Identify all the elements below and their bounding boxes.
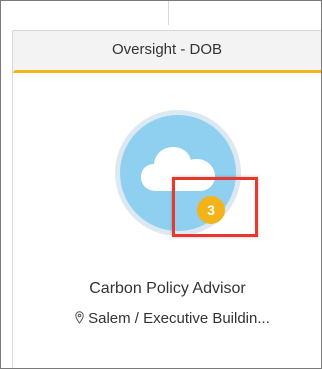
position-card[interactable]: 3 Carbon Policy Advisor Salem / Executiv…: [12, 70, 321, 368]
location-text: Salem / Executive Buildin...: [88, 310, 270, 327]
top-divider: [168, 1, 169, 25]
column-header: Oversight - DOB: [12, 30, 321, 71]
screen-frame: Oversight - DOB 3 Carbon Policy Advisor …: [0, 0, 322, 369]
column-header-title: Oversight - DOB: [111, 41, 223, 58]
card-title[interactable]: Carbon Policy Advisor: [13, 280, 321, 298]
card-accent-bar: [13, 70, 321, 73]
badge-highlight-box: [172, 177, 258, 237]
location-pin-icon: [75, 311, 84, 324]
card-location: Salem / Executive Buildin...: [23, 310, 321, 327]
